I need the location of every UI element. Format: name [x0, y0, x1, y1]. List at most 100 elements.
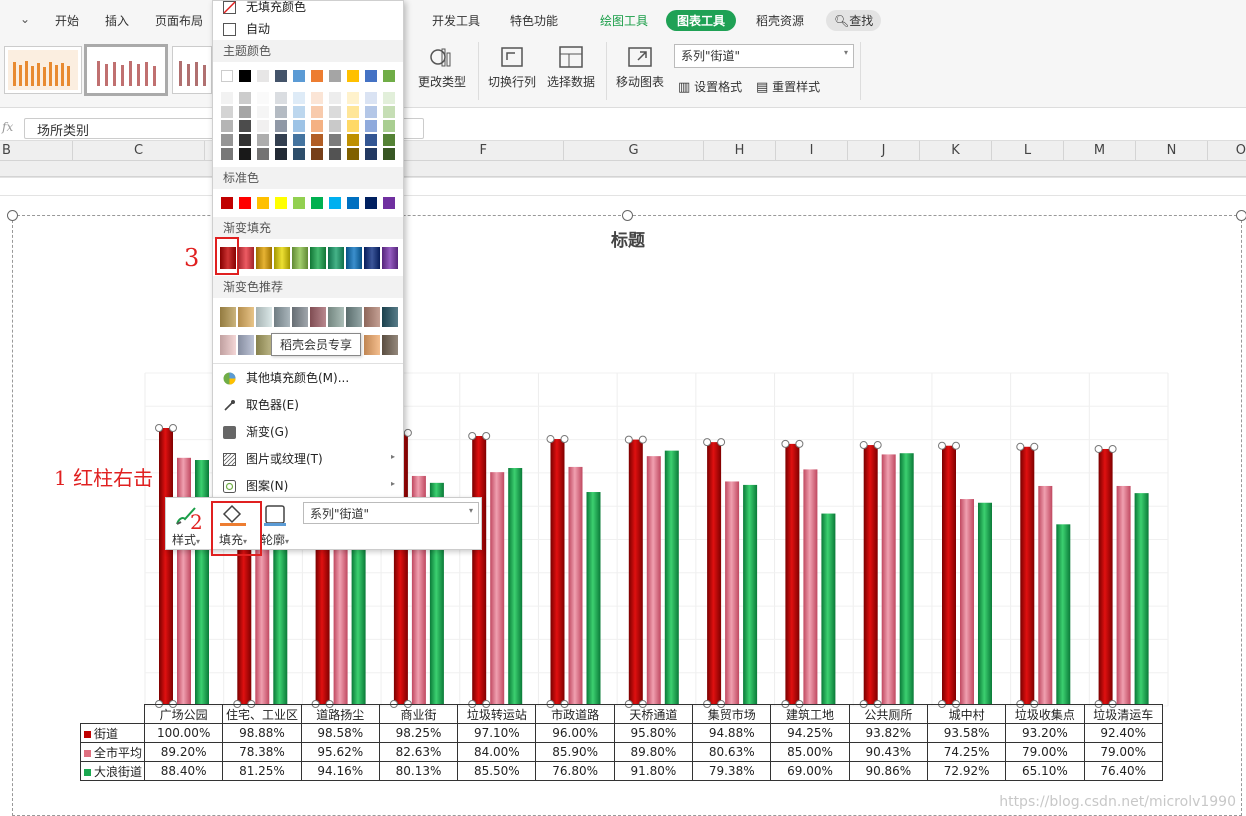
- col-header-B[interactable]: B: [0, 141, 73, 161]
- bar-dalang[interactable]: [978, 502, 992, 704]
- theme-color-shade-swatch[interactable]: [329, 106, 341, 118]
- theme-color-shade-swatch[interactable]: [311, 120, 323, 132]
- bar-city-average[interactable]: [960, 499, 974, 704]
- gradient-recommend-swatch[interactable]: [220, 335, 236, 355]
- bar-city-average[interactable]: [646, 456, 661, 704]
- mini-series-combo[interactable]: 系列"街道" ▾: [303, 502, 479, 524]
- selection-handle[interactable]: [155, 424, 163, 432]
- bar-dalang[interactable]: [1134, 493, 1149, 704]
- gradient-fill-swatch[interactable]: [382, 247, 398, 269]
- theme-color-shade-swatch[interactable]: [365, 106, 377, 118]
- theme-color-shade-swatch[interactable]: [275, 120, 287, 132]
- theme-color-shade-swatch[interactable]: [383, 106, 395, 118]
- selection-handle[interactable]: [795, 439, 804, 448]
- eyedropper-item[interactable]: 取色器(E): [223, 396, 299, 413]
- selection-handle[interactable]: [873, 441, 882, 450]
- theme-color-shade-swatch[interactable]: [239, 106, 251, 118]
- chart-style-thumb-1[interactable]: [4, 46, 82, 94]
- gradient-recommend-swatch[interactable]: [328, 307, 344, 327]
- theme-color-shade-swatch[interactable]: [293, 120, 305, 132]
- tab-insert[interactable]: 插入: [105, 12, 129, 29]
- bar-street[interactable]: [942, 445, 956, 704]
- theme-color-shade-swatch[interactable]: [383, 92, 395, 104]
- theme-color-swatch[interactable]: [275, 70, 287, 82]
- gradient-recommend-swatch[interactable]: [364, 307, 380, 327]
- chart-style-thumb-3[interactable]: [172, 46, 212, 94]
- bar-city-average[interactable]: [1116, 485, 1131, 704]
- auto-fill-option[interactable]: 自动: [223, 20, 270, 37]
- col-header-F[interactable]: F: [404, 141, 564, 161]
- selection-handle[interactable]: [938, 441, 946, 450]
- standard-color-swatch[interactable]: [257, 197, 269, 209]
- standard-color-swatch[interactable]: [383, 197, 395, 209]
- bar-dalang[interactable]: [743, 484, 758, 704]
- standard-color-swatch[interactable]: [365, 197, 377, 209]
- col-header-G[interactable]: G: [564, 141, 704, 161]
- col-header-N[interactable]: N: [1136, 141, 1208, 161]
- theme-color-shade-swatch[interactable]: [293, 92, 305, 104]
- selection-handle[interactable]: [703, 438, 712, 447]
- bar-street[interactable]: [159, 428, 173, 704]
- gradient-fill-swatch[interactable]: [220, 247, 236, 269]
- gradient-recommend-swatch[interactable]: [220, 307, 236, 327]
- bar-city-average[interactable]: [803, 469, 818, 704]
- theme-color-shade-swatch[interactable]: [221, 106, 233, 118]
- bar-city-average[interactable]: [1038, 485, 1053, 704]
- theme-color-shade-swatch[interactable]: [383, 120, 395, 132]
- gradient-fill-swatch[interactable]: [310, 247, 326, 269]
- theme-color-shade-swatch[interactable]: [365, 120, 377, 132]
- theme-color-shade-swatch[interactable]: [275, 92, 287, 104]
- selection-handle[interactable]: [859, 441, 868, 450]
- pattern-item[interactable]: 图案(N) ▸: [223, 477, 403, 494]
- bar-dalang[interactable]: [1056, 524, 1071, 704]
- gradient-recommend-swatch[interactable]: [346, 307, 362, 327]
- tab-home[interactable]: 开始: [55, 12, 79, 29]
- theme-color-swatch[interactable]: [293, 70, 305, 82]
- series-select-combo[interactable]: 系列"街道" ▾: [674, 44, 854, 68]
- selection-handle[interactable]: [560, 435, 569, 444]
- theme-color-shade-swatch[interactable]: [239, 148, 251, 160]
- switch-row-col-button[interactable]: 切换行列: [488, 44, 536, 90]
- theme-color-shade-swatch[interactable]: [383, 134, 395, 146]
- selection-handle[interactable]: [1016, 442, 1025, 451]
- theme-color-swatch[interactable]: [239, 70, 251, 82]
- theme-color-shade-swatch[interactable]: [329, 134, 341, 146]
- gradient-recommend-swatch[interactable]: [382, 335, 398, 355]
- resize-handle-top-right[interactable]: [1236, 210, 1246, 221]
- theme-color-shade-swatch[interactable]: [221, 92, 233, 104]
- theme-color-shade-swatch[interactable]: [383, 148, 395, 160]
- bar-street[interactable]: [785, 443, 800, 704]
- theme-color-shade-swatch[interactable]: [347, 106, 359, 118]
- selection-handle[interactable]: [781, 439, 790, 448]
- bar-street[interactable]: [707, 442, 722, 704]
- theme-color-shade-swatch[interactable]: [257, 134, 269, 146]
- bar-dalang[interactable]: [664, 450, 679, 704]
- bar-street[interactable]: [628, 439, 643, 704]
- tab-developer[interactable]: 开发工具: [432, 12, 480, 29]
- bar-city-average[interactable]: [881, 454, 896, 704]
- gradient-recommend-swatch[interactable]: [364, 335, 380, 355]
- no-fill-option[interactable]: 无填充颜色: [223, 0, 306, 15]
- bar-street[interactable]: [1020, 446, 1035, 704]
- bar-city-average[interactable]: [568, 466, 583, 704]
- selection-handle[interactable]: [1030, 442, 1039, 451]
- chart-title[interactable]: 标题: [611, 230, 646, 251]
- col-header-I[interactable]: I: [776, 141, 848, 161]
- tab-special-features[interactable]: 特色功能: [510, 12, 558, 29]
- col-header-L[interactable]: L: [992, 141, 1064, 161]
- bar-dalang[interactable]: [899, 453, 914, 704]
- theme-color-shade-swatch[interactable]: [239, 134, 251, 146]
- standard-color-swatch[interactable]: [329, 197, 341, 209]
- selection-handle[interactable]: [546, 435, 555, 444]
- gradient-recommend-swatch[interactable]: [238, 307, 254, 327]
- picture-texture-item[interactable]: 图片或纹理(T) ▸: [223, 450, 403, 467]
- theme-color-swatch[interactable]: [221, 70, 233, 82]
- gradient-item[interactable]: 渐变(G): [223, 423, 289, 440]
- tab-drawing-tools[interactable]: 绘图工具: [600, 12, 648, 29]
- theme-color-swatch[interactable]: [311, 70, 323, 82]
- col-header-O[interactable]: O: [1208, 141, 1246, 161]
- selection-handle[interactable]: [482, 432, 491, 441]
- bar-city-average[interactable]: [177, 457, 191, 704]
- selection-handle[interactable]: [1094, 444, 1103, 453]
- standard-color-swatch[interactable]: [221, 197, 233, 209]
